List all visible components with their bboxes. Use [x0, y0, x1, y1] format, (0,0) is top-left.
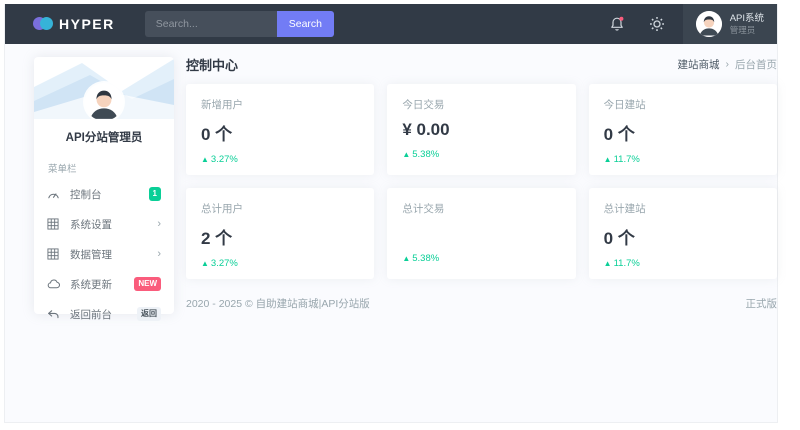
card-value: 0 个 — [604, 224, 762, 249]
search-input[interactable] — [145, 11, 277, 37]
profile-banner — [34, 57, 174, 135]
card-delta: ▲11.7% — [604, 154, 762, 165]
arrow-up-icon: ▲ — [402, 150, 410, 159]
card-delta: ▲11.7% — [604, 258, 762, 269]
cloud-icon — [47, 277, 61, 291]
chevron-right-icon: › — [157, 248, 161, 260]
return-badge: 返回 — [137, 307, 161, 321]
stat-card-total-sites: 总计建站 0 个 ▲11.7% — [589, 188, 777, 279]
card-value-redacted — [402, 224, 560, 244]
sidebar-item-dashboard[interactable]: 控制台 1 — [34, 179, 174, 209]
sidebar-item-label: 系统设置 — [70, 217, 112, 232]
search-button[interactable]: Search — [277, 11, 334, 37]
gauge-icon — [47, 187, 61, 201]
card-delta: ▲3.27% — [201, 154, 359, 165]
sidebar: API分站管理员 菜单栏 控制台 1 系统设置 › — [34, 57, 174, 314]
card-label: 今日交易 — [402, 97, 560, 112]
sidebar-item-system-settings[interactable]: 系统设置 › — [34, 209, 174, 239]
new-badge: NEW — [134, 277, 161, 291]
breadcrumb: 建站商城 › 后台首页 — [678, 57, 778, 72]
card-value: 2 个 — [201, 224, 359, 249]
logo-icon — [33, 17, 53, 31]
menu-section-label: 菜单栏 — [34, 145, 174, 179]
stat-card-new-users: 新增用户 0 个 ▲3.27% — [186, 84, 374, 175]
stat-card-today-sites: 今日建站 0 个 ▲11.7% — [589, 84, 777, 175]
sidebar-item-label: 系统更新 — [70, 277, 112, 292]
grid-icon — [47, 247, 61, 261]
card-value: 0 个 — [201, 120, 359, 145]
sidebar-item-label: 数据管理 — [70, 247, 112, 262]
page-footer: 2020 - 2025 © 自助建站商城|API分站版 正式版 — [186, 296, 777, 311]
gear-icon[interactable] — [637, 16, 677, 32]
card-delta: ▲3.27% — [201, 258, 359, 269]
stat-card-total-users: 总计用户 2 个 ▲3.27% — [186, 188, 374, 279]
arrow-up-icon: ▲ — [402, 254, 410, 263]
arrow-up-icon: ▲ — [604, 259, 612, 268]
count-badge: 1 — [149, 187, 161, 201]
card-label: 总计交易 — [402, 201, 560, 216]
chevron-right-icon: › — [157, 218, 161, 230]
breadcrumb-separator-icon: › — [726, 58, 730, 70]
arrow-up-icon: ▲ — [604, 155, 612, 164]
notification-dot — [619, 17, 623, 21]
bell-icon[interactable] — [597, 16, 637, 32]
top-navbar: HYPER Search — [5, 4, 777, 44]
card-value: 0 个 — [604, 120, 762, 145]
user-avatar — [696, 11, 722, 37]
profile-avatar — [85, 83, 123, 121]
navbar-right: API系统 管理员 — [597, 4, 777, 44]
stat-card-today-trades: 今日交易 ¥ 0.00 ▲5.38% — [387, 84, 575, 175]
footer-version: 正式版 — [746, 296, 778, 311]
logo-text: HYPER — [59, 16, 115, 32]
card-delta: ▲5.38% — [402, 149, 560, 160]
page-title: 控制中心 — [186, 55, 238, 74]
navbar-search: Search — [145, 11, 334, 37]
grid-icon — [47, 217, 61, 231]
sidebar-item-return-frontend[interactable]: 返回前台 返回 — [34, 299, 174, 329]
card-delta: ▲5.38% — [402, 253, 560, 264]
sidebar-item-system-update[interactable]: 系统更新 NEW — [34, 269, 174, 299]
reply-arrow-icon — [47, 307, 61, 321]
logo[interactable]: HYPER — [5, 16, 131, 32]
main-content: 控制中心 建站商城 › 后台首页 新增用户 0 个 ▲3.27% 今日交易 ¥ … — [186, 53, 777, 311]
arrow-up-icon: ▲ — [201, 259, 209, 268]
card-value: ¥ 0.00 — [402, 120, 560, 140]
stat-cards: 新增用户 0 个 ▲3.27% 今日交易 ¥ 0.00 ▲5.38% 今日建站 … — [186, 84, 777, 279]
sidebar-item-label: 控制台 — [70, 187, 102, 202]
arrow-up-icon: ▲ — [201, 155, 209, 164]
user-role: 管理员 — [730, 25, 764, 36]
breadcrumb-item-mall[interactable]: 建站商城 — [678, 57, 720, 72]
stat-card-total-trades: 总计交易 ▲5.38% — [387, 188, 575, 279]
footer-copyright: 2020 - 2025 © 自助建站商城|API分站版 — [186, 296, 370, 311]
app-frame: HYPER Search — [4, 4, 778, 423]
card-label: 新增用户 — [201, 97, 359, 112]
user-name: API系统 — [730, 13, 764, 25]
card-label: 总计用户 — [201, 201, 359, 216]
sidebar-item-label: 返回前台 — [70, 307, 112, 322]
breadcrumb-item-home: 后台首页 — [735, 57, 777, 72]
sidebar-item-data-management[interactable]: 数据管理 › — [34, 239, 174, 269]
card-label: 总计建站 — [604, 201, 762, 216]
card-label: 今日建站 — [604, 97, 762, 112]
user-menu[interactable]: API系统 管理员 — [683, 4, 777, 44]
